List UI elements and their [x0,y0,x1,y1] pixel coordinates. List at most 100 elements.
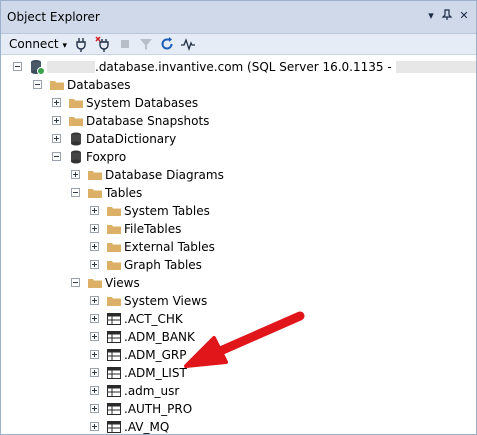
expand-toggle-icon[interactable] [52,134,61,143]
refresh-icon[interactable] [159,36,175,52]
tree-node-filetables[interactable]: FileTables [90,220,390,238]
collapse-toggle-icon[interactable] [71,278,80,287]
tree-label: Database Snapshots [86,114,210,128]
tree-node-view[interactable]: .AUTH_PRO [90,400,390,418]
expand-toggle-icon[interactable] [90,314,99,323]
tree-label: DataDictionary [86,132,177,146]
title-bar: Object Explorer ▾ ✕ [1,1,476,34]
tree-node-server[interactable]: .database.invantive.com (SQL Server 16.0… [13,58,476,76]
collapse-toggle-icon[interactable] [33,80,42,89]
server-label: .database.invantive.com (SQL Server 16.0… [47,60,476,74]
tree-node-database-snapshots[interactable]: Database Snapshots [52,112,352,130]
expand-toggle-icon[interactable] [90,404,99,413]
expand-toggle-icon[interactable] [90,260,99,269]
tree-label: Database Diagrams [105,168,224,182]
tree-label: FileTables [124,222,182,236]
connect-object-explorer-icon[interactable] [73,36,89,52]
tree-node-views[interactable]: Views [71,274,371,292]
connect-label: Connect [9,37,59,51]
expand-toggle-icon[interactable] [90,332,99,341]
tree-node-view[interactable]: .adm_usr [90,382,390,400]
tree-label: .ADM_BANK [124,330,195,344]
view-icon [107,349,121,361]
disconnect-icon[interactable] [95,36,111,52]
database-icon [71,150,81,164]
tree-node-external-tables[interactable]: External Tables [90,238,390,256]
tree-node-view[interactable]: .ACT_CHK [90,310,390,328]
folder-icon [88,189,102,198]
tree-label: .ADM_GRP [124,348,187,362]
expand-toggle-icon[interactable] [71,170,80,179]
view-icon [107,385,121,397]
close-icon[interactable]: ✕ [457,9,471,23]
collapse-toggle-icon[interactable] [52,152,61,161]
tree-label: .ACT_CHK [124,312,183,326]
object-explorer-tree: .database.invantive.com (SQL Server 16.0… [1,55,476,434]
tree-label: Databases [67,78,131,92]
tree-label: Foxpro [86,150,127,164]
tree-node-foxpro[interactable]: Foxpro [52,148,352,166]
folder-icon [88,171,102,180]
folder-icon [69,99,83,108]
view-icon [107,367,121,379]
expand-toggle-icon[interactable] [52,98,61,107]
tree-node-view[interactable]: .ADM_BANK [90,328,390,346]
view-icon [107,403,121,415]
tree-label: .ADM_LIST [124,366,187,380]
tree-node-view[interactable]: .ADM_GRP [90,346,390,364]
tree-node-graph-tables[interactable]: Graph Tables [90,256,390,274]
tree-node-system-tables[interactable]: System Tables [90,202,390,220]
expand-toggle-icon[interactable] [52,116,61,125]
expand-toggle-icon[interactable] [90,242,99,251]
object-explorer-panel: Object Explorer ▾ ✕ Connect ▾ .database.… [0,0,477,435]
tree-node-database-diagrams[interactable]: Database Diagrams [71,166,371,184]
stop-icon[interactable] [117,36,133,52]
tree-label: .adm_usr [124,384,180,398]
activity-monitor-icon[interactable] [180,36,196,52]
toolbar: Connect ▾ [1,34,476,55]
tree-node-view[interactable]: .ADM_LIST [90,364,390,382]
expand-toggle-icon[interactable] [90,206,99,215]
database-icon [71,132,81,146]
folder-icon [107,207,121,216]
tree-label: System Tables [124,204,210,218]
connect-button[interactable]: Connect ▾ [9,37,67,51]
expand-toggle-icon[interactable] [90,350,99,359]
tree-node-datadictionary[interactable]: DataDictionary [52,130,352,148]
tree-label: System Views [124,294,208,308]
tree-node-system-views[interactable]: System Views [90,292,390,310]
filter-icon[interactable] [138,36,154,52]
tree-node-view[interactable]: .AV_MQ [90,418,390,434]
folder-icon [107,243,121,252]
panel-title: Object Explorer [7,10,100,24]
tree-label: System Databases [86,96,199,110]
window-position-dropdown-icon[interactable]: ▾ [424,9,438,23]
tree-node-databases[interactable]: Databases [33,76,333,94]
folder-icon [88,279,102,288]
tree-node-system-databases[interactable]: System Databases [52,94,352,112]
tree-label: External Tables [124,240,215,254]
folder-icon [50,81,64,90]
folder-icon [107,297,121,306]
collapse-toggle-icon[interactable] [71,188,80,197]
collapse-toggle-icon[interactable] [13,62,22,71]
pin-icon[interactable] [440,9,454,23]
chevron-down-icon: ▾ [62,41,67,51]
view-icon [107,421,121,433]
expand-toggle-icon[interactable] [90,224,99,233]
tree-label: .AV_MQ [124,420,170,434]
expand-toggle-icon[interactable] [90,422,99,431]
expand-toggle-icon[interactable] [90,386,99,395]
folder-icon [107,261,121,270]
expand-toggle-icon[interactable] [90,296,99,305]
view-icon [107,313,121,325]
folder-icon [69,117,83,126]
view-icon [107,331,121,343]
tree-label: .AUTH_PRO [124,402,193,416]
tree-node-tables[interactable]: Tables [71,184,371,202]
tree-label: Graph Tables [124,258,202,272]
tree-label: Tables [105,186,143,200]
folder-icon [107,225,121,234]
tree-label: Views [105,276,140,290]
expand-toggle-icon[interactable] [90,368,99,377]
